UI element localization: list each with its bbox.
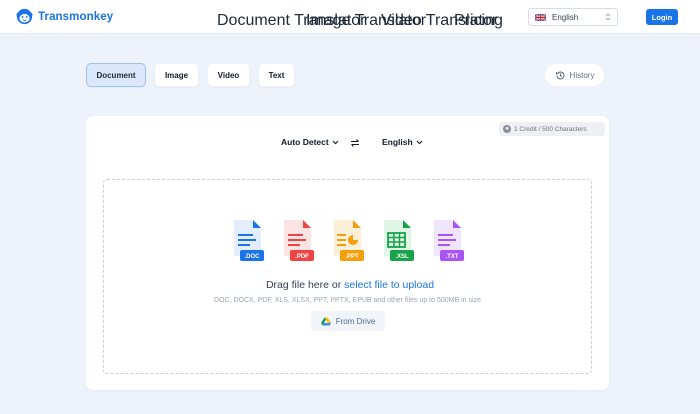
source-language-dropdown[interactable]: Auto Detect xyxy=(281,137,339,147)
brand-name: Transmonkey xyxy=(38,10,114,23)
site-language-value: English xyxy=(552,12,579,22)
credit-badge: ● 1 Credit / 500 Characters xyxy=(499,122,605,136)
ppt-file-icon: .PPT xyxy=(334,220,364,261)
tab-document[interactable]: Document xyxy=(86,63,146,87)
tab-text[interactable]: Text xyxy=(258,63,295,87)
ppt-file-label: .PPT xyxy=(345,254,359,260)
dropzone-title: Drag file here or select file to upload xyxy=(0,279,700,291)
chevron-up-down-icon xyxy=(605,13,611,21)
dropzone-title-text: Drag file here or xyxy=(265,279,345,291)
txt-file-icon: .TXT xyxy=(434,220,464,261)
select-file-link[interactable]: select file to upload xyxy=(344,279,434,291)
source-language-label: Auto Detect xyxy=(281,137,329,147)
top-navigation-bar: Transmonkey Document Translator Image Tr… xyxy=(0,0,700,34)
dropzone-subtitle: DOC, DOCX, PDF, XLS, XLSX, PPT, PPTX, EP… xyxy=(214,297,481,304)
doc-file-label: .DOC xyxy=(245,254,261,260)
credit-coin-icon: ● xyxy=(503,125,511,133)
site-language-select[interactable]: English xyxy=(528,8,618,26)
from-drive-button[interactable]: From Drive xyxy=(311,311,385,331)
uk-flag-icon xyxy=(535,13,546,21)
target-language-label: English xyxy=(382,137,413,147)
history-icon xyxy=(555,71,564,79)
login-button[interactable]: Login xyxy=(646,9,678,25)
nav-pricing[interactable]: Pricing xyxy=(454,12,503,30)
file-dropzone[interactable] xyxy=(103,179,592,374)
xsl-file-icon: .XSL xyxy=(384,220,414,261)
pdf-file-label: .PDF xyxy=(295,254,309,260)
chevron-down-icon xyxy=(416,140,423,144)
brand[interactable]: Transmonkey xyxy=(16,8,113,25)
monkey-logo-icon xyxy=(16,8,33,25)
history-label: History xyxy=(569,70,595,80)
pdf-file-icon: .PDF xyxy=(284,220,314,261)
doc-file-icon: .DOC xyxy=(234,220,264,261)
chevron-down-icon xyxy=(332,140,339,144)
tab-image[interactable]: Image xyxy=(154,63,199,87)
target-language-dropdown[interactable]: English xyxy=(382,137,423,147)
credit-text: 1 Credit / 500 Characters xyxy=(514,125,587,133)
google-drive-icon xyxy=(320,317,331,325)
from-drive-label: From Drive xyxy=(335,316,376,326)
history-button[interactable]: History xyxy=(544,63,605,87)
swap-languages-icon[interactable] xyxy=(350,138,360,148)
tab-video[interactable]: Video xyxy=(207,63,250,87)
xsl-file-label: .XSL xyxy=(395,254,409,260)
txt-file-label: .TXT xyxy=(446,254,459,260)
